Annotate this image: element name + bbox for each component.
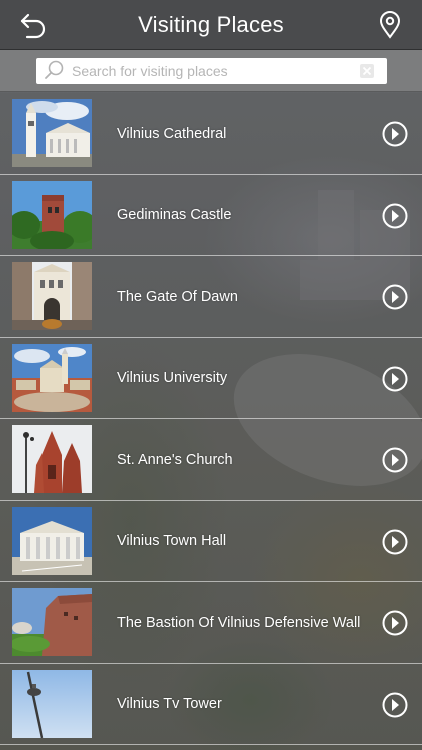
chevron-right-circle-icon[interactable]: [382, 121, 408, 147]
gate-photo: [12, 262, 92, 330]
list-item[interactable]: The Gate Of Dawn: [0, 256, 422, 338]
place-name: St. Anne's Church: [117, 451, 233, 468]
church-photo: [12, 425, 92, 493]
chevron-right-circle-icon[interactable]: [382, 284, 408, 310]
list-item[interactable]: The Bastion Of Vilnius Defensive Wall: [0, 582, 422, 664]
list-item[interactable]: St. Anne's Church: [0, 419, 422, 501]
bastion-photo: [12, 588, 92, 656]
place-name: Vilnius Cathedral: [117, 125, 227, 142]
search-input[interactable]: [72, 59, 359, 83]
place-name: The Bastion Of Vilnius Defensive Wall: [117, 614, 361, 631]
place-name: The Gate Of Dawn: [117, 288, 238, 305]
navigation-bar: Visiting Places: [0, 0, 422, 50]
place-name: Vilnius Tv Tower: [117, 696, 222, 712]
place-name: Gediminas Castle: [117, 207, 232, 223]
chevron-right-circle-icon[interactable]: [382, 692, 408, 718]
chevron-right-circle-icon[interactable]: [382, 610, 408, 636]
chevron-right-circle-icon[interactable]: [382, 366, 408, 392]
place-name: Vilnius Town Hall: [117, 533, 227, 549]
page-title: Visiting Places: [138, 11, 284, 37]
places-list: Vilnius Cathedral Gediminas Castle The G…: [0, 93, 422, 745]
clear-search-icon[interactable]: [359, 63, 375, 79]
map-pin-icon[interactable]: [378, 11, 402, 39]
university-photo: [12, 343, 92, 412]
place-name: Vilnius University: [117, 370, 228, 386]
list-item[interactable]: Vilnius Town Hall: [0, 500, 422, 582]
list-item[interactable]: Vilnius University: [0, 337, 422, 419]
cathedral-photo: [12, 99, 92, 167]
castle-photo: [12, 180, 92, 249]
list-item[interactable]: Vilnius Cathedral: [0, 93, 422, 175]
tv-tower-photo: [12, 669, 92, 738]
search-field: [36, 58, 387, 84]
search-bar: [0, 50, 422, 92]
chevron-right-circle-icon[interactable]: [382, 203, 408, 229]
chevron-right-circle-icon[interactable]: [382, 447, 408, 473]
back-arrow-icon[interactable]: [18, 11, 48, 39]
town-hall-photo: [12, 506, 92, 575]
search-icon: [45, 60, 64, 79]
chevron-right-circle-icon[interactable]: [382, 529, 408, 555]
list-item[interactable]: Vilnius Tv Tower: [0, 663, 422, 745]
list-item[interactable]: Gediminas Castle: [0, 174, 422, 256]
